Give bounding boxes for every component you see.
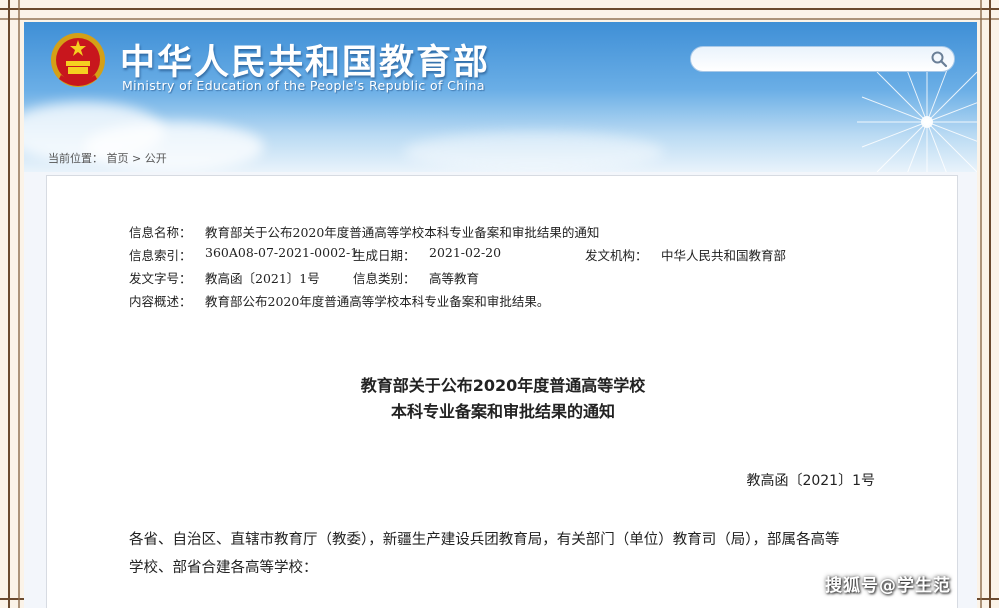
document-body: 各省、自治区、直辖市教育厅（教委），新疆生产建设兵团教育局，有关部门（单位）教育… xyxy=(129,526,889,582)
meta-summary-label: 内容概述： xyxy=(129,294,192,309)
site-header: 中华人民共和国教育部 Ministry of Education of the … xyxy=(24,22,977,172)
cloud-decoration xyxy=(404,132,664,172)
meta-date-value: 2021-02-20 xyxy=(429,245,502,260)
metadata-row-docno: 发文字号： 教高函〔2021〕1号 信息类别： 高等教育 xyxy=(129,268,889,286)
sohu-watermark: 搜狐号@学生范 xyxy=(825,576,951,596)
meta-name-label: 信息名称： xyxy=(129,225,192,240)
frame-left-line-inner xyxy=(18,0,20,608)
national-emblem-icon xyxy=(51,33,105,87)
search-icon[interactable] xyxy=(930,50,948,68)
frame-right-line xyxy=(989,0,991,608)
breadcrumb-current-link[interactable]: 公开 xyxy=(145,152,167,165)
metadata-row-index: 信息索引： 360A08-07-2021-0002-1 生成日期： 2021-0… xyxy=(129,245,889,263)
meta-name-value: 教育部关于公布2020年度普通高等学校本科专业备案和审批结果的通知 xyxy=(205,225,600,240)
breadcrumb-prefix: 当前位置： xyxy=(48,152,103,165)
meta-category-label: 信息类别： xyxy=(353,271,416,286)
frame-right-line-inner xyxy=(980,0,982,608)
body-line: 学校、部省合建各高等学校： xyxy=(129,560,318,576)
body-line: 各省、自治区、直辖市教育厅（教委），新疆生产建设兵团教育局，有关部门（单位）教育… xyxy=(129,532,840,548)
meta-index-value: 360A08-07-2021-0002-1 xyxy=(205,245,359,260)
meta-docno-label: 发文字号： xyxy=(129,271,192,286)
search-input[interactable] xyxy=(701,50,925,70)
frame-top-line-inner xyxy=(0,18,999,20)
site-subtitle: Ministry of Education of the People's Re… xyxy=(122,78,485,93)
frame-left-line xyxy=(8,0,10,608)
search-box xyxy=(690,46,955,72)
document-number: 教高函〔2021〕1号 xyxy=(746,473,875,489)
document-title-line1: 教育部关于公布2020年度普通高等学校 xyxy=(360,376,646,395)
document-panel: 信息名称： 教育部关于公布2020年度普通高等学校本科专业备案和审批结果的通知 … xyxy=(46,175,958,608)
meta-org-value: 中华人民共和国教育部 xyxy=(661,248,787,263)
meta-category-value: 高等教育 xyxy=(429,271,480,286)
meta-org-label: 发文机构： xyxy=(585,248,648,263)
web-page: 中华人民共和国教育部 Ministry of Education of the … xyxy=(24,22,977,608)
frame-top-line xyxy=(0,8,999,10)
document-title-line2: 本科专业备案和审批结果的通知 xyxy=(390,402,615,421)
meta-docno-value: 教高函〔2021〕1号 xyxy=(205,271,320,286)
meta-date-label: 生成日期： xyxy=(353,248,416,263)
breadcrumb-home-link[interactable]: 首页 xyxy=(107,152,129,165)
meta-summary-value: 教育部公布2020年度普通高等学校本科专业备案和审批结果。 xyxy=(205,294,550,309)
breadcrumb: 当前位置： 首页 > 公开 xyxy=(48,150,167,166)
meta-index-label: 信息索引： xyxy=(129,248,192,263)
breadcrumb-separator: > xyxy=(132,152,142,165)
